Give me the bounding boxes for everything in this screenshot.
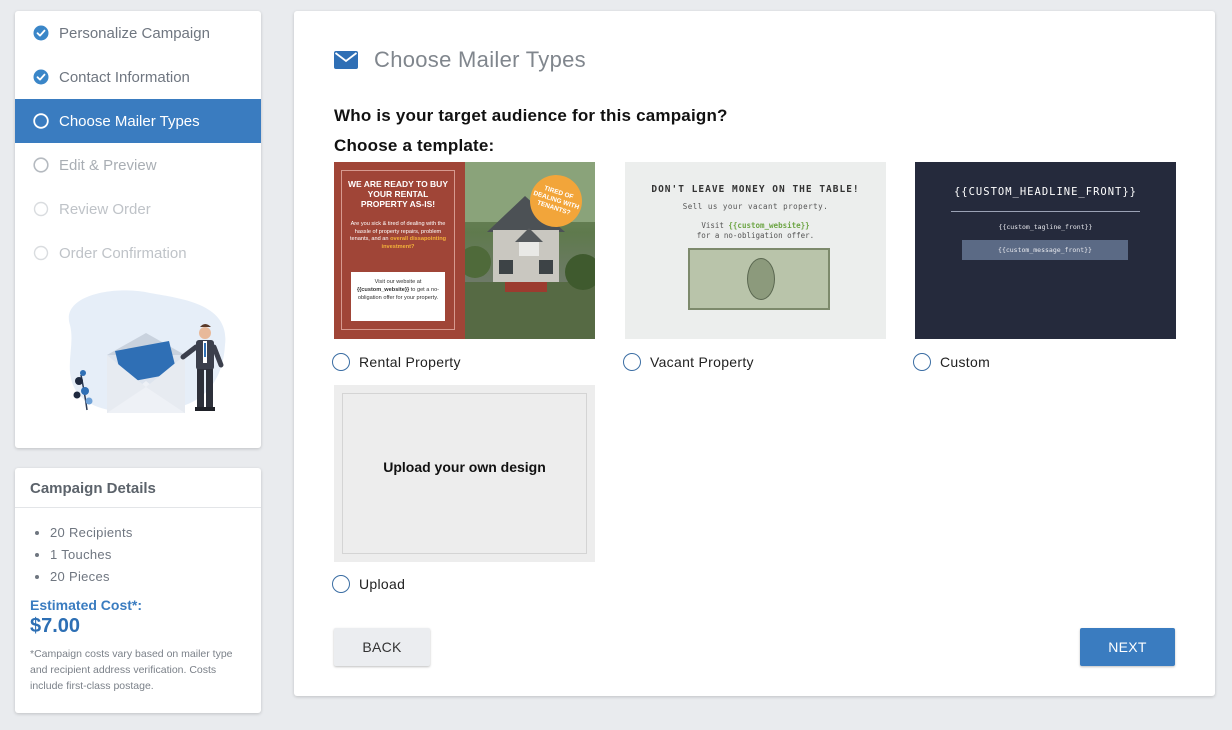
step-choose-mailer-types[interactable]: Choose Mailer Types <box>15 99 261 143</box>
rental-label: Rental Property <box>359 354 461 370</box>
step-label: Personalize Campaign <box>59 24 210 42</box>
campaign-details-list: 20 Recipients 1 Touches 20 Pieces <box>15 508 261 591</box>
custom-tagline: {{custom_tagline_front}} <box>998 223 1093 231</box>
template-option-vacant[interactable]: Vacant Property <box>623 353 754 371</box>
rental-headline: WE ARE READY TO BUY YOUR RENTAL PROPERTY… <box>348 179 448 209</box>
campaign-details-card: Campaign Details 20 Recipients 1 Touches… <box>15 468 261 713</box>
template-heading: Choose a template: <box>334 136 495 155</box>
vacant-subline: Sell us your vacant property. <box>682 202 829 211</box>
vacant-visit-text: Visit <box>701 221 729 230</box>
page-header: Choose Mailer Types <box>334 47 586 73</box>
step-review-order: Review Order <box>15 187 261 231</box>
step-label: Choose Mailer Types <box>59 112 200 130</box>
envelope-icon <box>334 51 358 69</box>
vacant-label: Vacant Property <box>650 354 754 370</box>
circle-icon <box>33 201 49 217</box>
step-contact-information[interactable]: Contact Information <box>15 55 261 99</box>
main-panel: Choose Mailer Types Who is your target a… <box>294 11 1215 696</box>
template-option-rental[interactable]: Rental Property <box>332 353 461 371</box>
rental-body-highlight: overall dissapointing investment? <box>381 236 447 250</box>
page-title: Choose Mailer Types <box>374 47 586 72</box>
detail-recipients: 20 Recipients <box>35 525 261 547</box>
template-upload-preview[interactable]: Upload your own design <box>334 385 595 562</box>
circle-icon <box>33 157 49 173</box>
rental-body: Are you sick & tired of dealing with the… <box>346 221 450 251</box>
circle-icon <box>33 245 49 261</box>
step-edit-preview[interactable]: Edit & Preview <box>15 143 261 187</box>
campaign-details-title: Campaign Details <box>15 468 261 508</box>
rental-cta-line1: Visit our website at <box>374 279 422 285</box>
vacant-radio[interactable] <box>623 353 641 371</box>
next-button[interactable]: NEXT <box>1080 628 1175 666</box>
back-button[interactable]: BACK <box>334 628 430 666</box>
vacant-offer: for a no-obligation offer. <box>696 231 815 240</box>
detail-touches: 1 Touches <box>35 547 261 569</box>
rental-radio[interactable] <box>332 353 350 371</box>
estimated-cost-value: $7.00 <box>30 615 81 637</box>
vacant-visit: Visit {{custom_website}} for a no-obligat… <box>625 221 886 241</box>
bill-portrait <box>747 258 775 300</box>
custom-message: {{custom_message_front}} <box>962 240 1128 260</box>
upload-radio[interactable] <box>332 575 350 593</box>
step-label: Edit & Preview <box>59 156 157 174</box>
step-order-confirmation: Order Confirmation <box>15 231 261 275</box>
estimated-cost-label: Estimated Cost*: <box>30 597 143 613</box>
estimated-cost-note: *Campaign costs vary based on mailer typ… <box>30 648 233 692</box>
template-option-custom[interactable]: Custom <box>913 353 990 371</box>
rental-cta-box: Visit our website at {{custom_website}} … <box>351 272 445 321</box>
template-option-upload[interactable]: Upload <box>332 575 405 593</box>
step-label: Order Confirmation <box>59 244 187 262</box>
custom-divider <box>951 211 1140 212</box>
mail-illustration <box>68 290 226 413</box>
step-label: Review Order <box>59 200 151 218</box>
detail-pieces: 20 Pieces <box>35 569 261 591</box>
template-custom-preview[interactable]: {{CUSTOM_HEADLINE_FRONT}} {{custom_tagli… <box>915 162 1176 339</box>
step-label: Contact Information <box>59 68 190 86</box>
vacant-website: {{custom_website}} <box>728 221 810 230</box>
step-personalize-campaign[interactable]: Personalize Campaign <box>15 11 261 55</box>
template-rental-preview[interactable]: WE ARE READY TO BUY YOUR RENTAL PROPERTY… <box>334 162 595 339</box>
audience-question: Who is your target audience for this cam… <box>334 106 728 125</box>
upload-label: Upload <box>359 576 406 592</box>
template-vacant-preview[interactable]: DON'T LEAVE MONEY ON THE TABLE! Sell us … <box>625 162 886 339</box>
circle-icon <box>33 113 49 129</box>
rental-cta-website: {{custom_website}} <box>356 287 410 293</box>
check-circle-icon <box>33 25 49 41</box>
dollar-bill-image <box>688 248 830 310</box>
steps-card: Personalize Campaign Contact Information… <box>15 11 261 448</box>
vacant-headline: DON'T LEAVE MONEY ON THE TABLE! <box>651 184 860 195</box>
custom-label: Custom <box>940 354 991 370</box>
upload-dropzone[interactable]: Upload your own design <box>342 393 587 554</box>
check-circle-icon <box>33 69 49 85</box>
custom-radio[interactable] <box>913 353 931 371</box>
custom-headline: {{CUSTOM_HEADLINE_FRONT}} <box>953 186 1138 198</box>
